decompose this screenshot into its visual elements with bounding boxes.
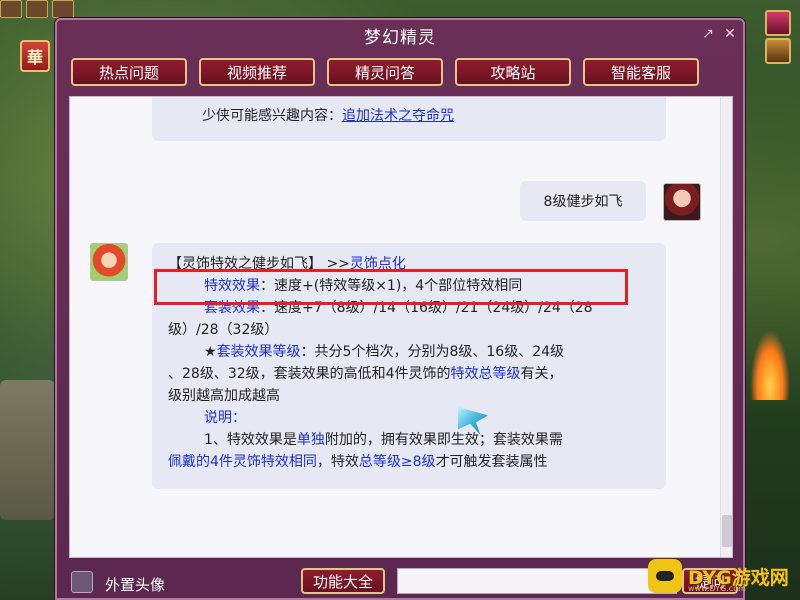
calendar-icon[interactable] <box>52 0 74 18</box>
reply-note-1-blue: 单独 <box>296 432 325 448</box>
reply-note-2-blue: 佩戴的4件灵饰特效相同 <box>168 454 317 470</box>
game-menu-icon[interactable] <box>0 0 22 18</box>
reply-note-2a: ，特效 <box>316 454 359 470</box>
reply-note-row-1: 1、特效效果是单独附加的，拥有效果即生效；套装效果需 <box>168 429 654 451</box>
reply-level-label: 套装效果等级 <box>216 344 301 360</box>
user-message-bubble: 8级健步如飞 <box>520 181 646 221</box>
elf-helper-window: 梦幻精灵 ↗ ✕ 热点问题 视频推荐 精灵问答 攻略站 智能客服 少侠可能感兴趣… <box>55 18 745 600</box>
reply-level-text-1: ：共分5个档次，分别为8级、16级、24级 <box>300 344 565 360</box>
function-list-button[interactable]: 功能大全 <box>301 568 385 594</box>
sidebar-badge-label: 華 <box>26 48 43 67</box>
elf-avatar <box>90 243 128 281</box>
tab-elf-qa[interactable]: 精灵问答 <box>327 58 443 86</box>
help-icon[interactable] <box>26 0 48 18</box>
red-highlight-box <box>154 269 628 305</box>
reply-level-text-2a: 、28级、32级，套装效果的高低和4件灵饰的 <box>168 366 451 382</box>
user-avatar <box>663 183 701 221</box>
site-watermark: DYG游戏网 www.DYG.com <box>648 556 789 596</box>
suggestion-bubble: 少侠可能感兴趣内容：追加法术之夺命咒 <box>152 97 666 141</box>
star-icon: ★ <box>204 344 217 360</box>
reply-level-row: ★套装效果等级：共分5个档次，分别为8级、16级、24级 <box>168 341 654 363</box>
scroll-card-icon[interactable] <box>765 38 791 64</box>
stone-pillar-scenery <box>0 380 55 520</box>
reply-note-label: 说明： <box>204 410 246 426</box>
chat-panel: 少侠可能感兴趣内容：追加法术之夺命咒 8级健步如飞 【灵饰特效之健步如飞】 >>… <box>69 96 733 558</box>
tab-guide-site[interactable]: 攻略站 <box>455 58 571 86</box>
torch-fire-scenery <box>750 330 790 400</box>
window-title: 梦幻精灵 <box>364 27 436 48</box>
reply-note-2b: 才可触发套装属性 <box>435 454 548 470</box>
suggestion-link[interactable]: 追加法术之夺命咒 <box>342 108 454 124</box>
tab-bar: 热点问题 视频推荐 精灵问答 攻略站 智能客服 <box>71 58 699 86</box>
question-input[interactable] <box>397 568 677 594</box>
heart-card-icon[interactable] <box>765 10 791 36</box>
reply-level-text-2-blue: 特效总等级 <box>450 366 521 382</box>
reply-level-row-3: 级别越高加成越高 <box>168 385 654 407</box>
user-message-text: 8级健步如飞 <box>543 194 623 210</box>
popout-icon[interactable]: ↗ <box>699 26 717 42</box>
reply-note-1a: 1、特效效果是 <box>204 432 297 448</box>
reply-level-row-2: 、28级、32级，套装效果的高低和4件灵饰的特效总等级有关， <box>168 363 654 385</box>
close-icon[interactable]: ✕ <box>721 26 739 42</box>
watermark-logo-icon <box>648 559 682 593</box>
reply-note-1b: 附加的，拥有效果即生效；套装效果需 <box>324 432 563 448</box>
top-left-game-icons <box>0 0 74 18</box>
sidebar-badge-icon[interactable]: 華 <box>20 40 50 72</box>
external-avatar-checkbox[interactable] <box>71 571 93 593</box>
window-titlebar[interactable]: 梦幻精灵 ↗ ✕ <box>57 20 743 50</box>
tab-hot-questions[interactable]: 热点问题 <box>71 58 187 86</box>
reply-level-text-2b: 有关， <box>520 366 563 382</box>
watermark-url: www.DYG.com <box>688 584 746 593</box>
reply-note-heading-row: 说明： <box>168 407 654 429</box>
external-avatar-label: 外置头像 <box>105 576 166 594</box>
input-bar: 外置头像 功能大全 提问 <box>57 566 743 600</box>
reply-note-row-2: 佩戴的4件灵饰特效相同，特效总等级≥8级才可触发套装属性 <box>168 451 654 473</box>
tab-smart-service[interactable]: 智能客服 <box>583 58 699 86</box>
tab-video-recommend[interactable]: 视频推荐 <box>199 58 315 86</box>
scrollbar-thumb[interactable] <box>722 515 732 547</box>
chat-scrollbar[interactable] <box>720 97 732 557</box>
reply-set-text-2: 级）/28（32级） <box>168 322 279 338</box>
reply-level-text-3: 级别越高加成越高 <box>168 388 280 404</box>
reply-note-2-blue2: 总等级≥8级 <box>358 454 436 470</box>
suggestion-prefix: 少侠可能感兴趣内容： <box>202 108 342 124</box>
reply-set-row-2: 级）/28（32级） <box>168 319 654 341</box>
